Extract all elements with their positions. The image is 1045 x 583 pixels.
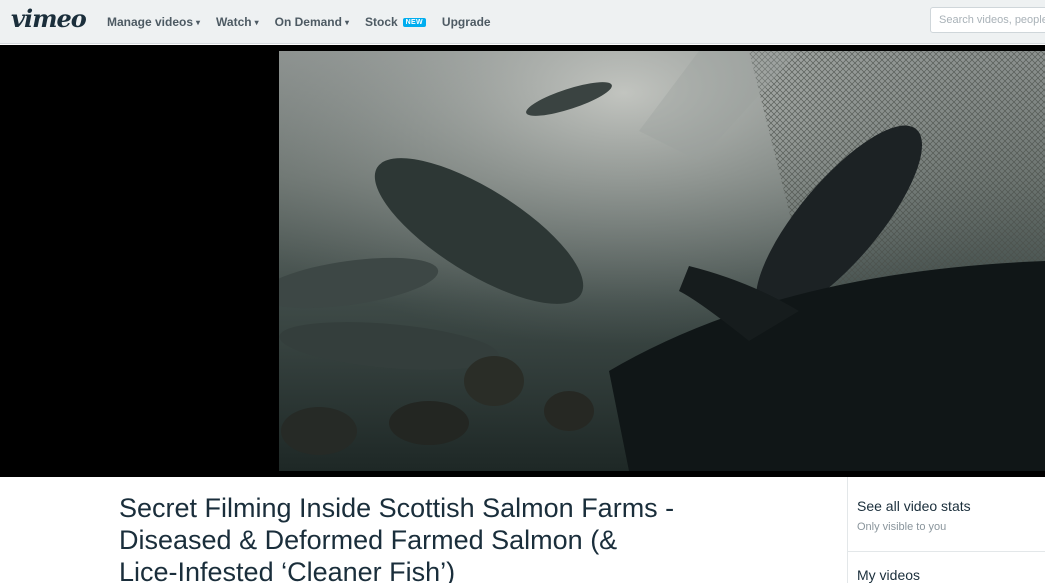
search-input[interactable] [930,7,1045,33]
video-sidebar: See all video stats Only visible to you … [847,477,1045,583]
nav-manage-videos[interactable]: Manage videos ▾ [107,15,200,29]
video-still-image [279,51,1045,471]
chevron-down-icon: ▾ [344,17,349,27]
main-nav: Manage videos ▾ Watch ▾ On Demand ▾ Stoc… [107,0,507,44]
nav-stock[interactable]: Stock NEW [365,15,426,29]
nav-watch-label: Watch [216,15,252,29]
video-frame[interactable] [279,51,1045,471]
top-navigation-bar: vimeo Manage videos ▾ Watch ▾ On Demand … [0,0,1045,44]
see-all-video-stats-link[interactable]: See all video stats [857,498,971,514]
nav-manage-videos-label: Manage videos [107,15,194,29]
sidebar-divider [848,551,1045,552]
video-player[interactable] [0,45,1045,477]
nav-on-demand-label: On Demand [274,15,342,29]
my-videos-link[interactable]: My videos [857,567,920,583]
stats-visibility-note: Only visible to you [857,521,947,533]
vimeo-logo[interactable]: vimeo [11,4,87,33]
nav-on-demand[interactable]: On Demand ▾ [275,15,349,29]
nav-upgrade[interactable]: Upgrade [442,15,491,29]
nav-watch[interactable]: Watch ▾ [216,15,259,29]
video-title: Secret Filming Inside Scottish Salmon Fa… [119,493,675,583]
nav-stock-label: Stock [364,15,398,29]
new-badge: NEW [402,17,426,27]
chevron-down-icon: ▾ [254,17,259,27]
nav-upgrade-label: Upgrade [441,15,491,29]
chevron-down-icon: ▾ [196,17,201,27]
